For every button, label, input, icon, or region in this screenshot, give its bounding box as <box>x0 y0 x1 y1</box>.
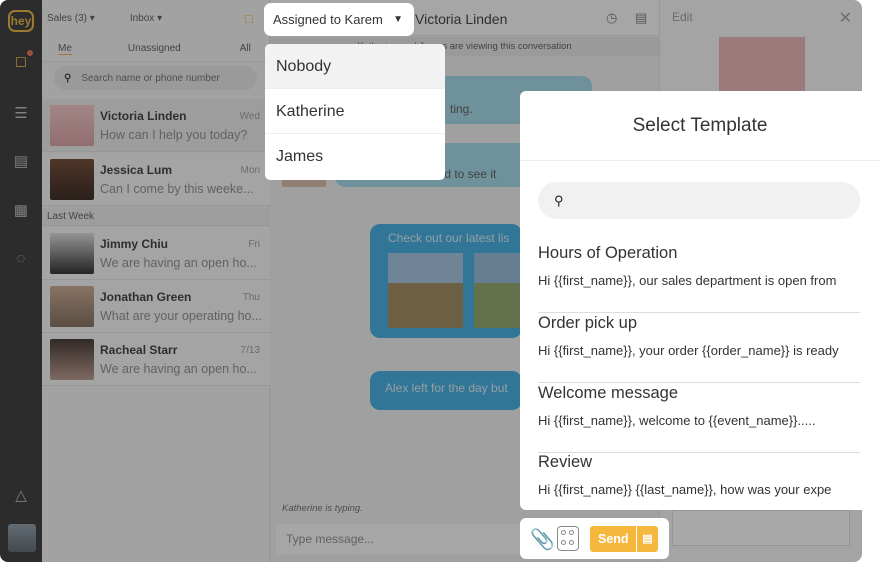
assign-dropdown[interactable]: Assigned to Karem ▼ <box>264 3 414 36</box>
template-item[interactable]: Review Hi {{first_name}} {{last_name}}, … <box>538 453 860 522</box>
template-icon[interactable] <box>557 526 579 551</box>
send-button[interactable]: Send ▤ <box>590 526 658 552</box>
search-icon: ⚲ <box>554 193 564 208</box>
assign-option-katherine[interactable]: Katherine <box>265 89 445 134</box>
schedule-icon[interactable]: ▤ <box>636 526 658 552</box>
composer-toolbar: 📎 Send ▤ <box>520 518 669 559</box>
assign-option-nobody[interactable]: Nobody <box>265 44 445 89</box>
template-item[interactable]: Order pick up Hi {{first_name}}, your or… <box>538 314 860 383</box>
template-picker-title: Select Template <box>520 91 880 161</box>
caret-down-icon: ▼ <box>393 14 403 25</box>
template-search-input[interactable]: ⚲ <box>538 182 860 219</box>
template-item[interactable]: Welcome message Hi {{first_name}}, welco… <box>538 384 860 453</box>
assign-menu: Nobody Katherine James <box>265 44 445 180</box>
template-picker: Select Template ⚲ Hours of Operation Hi … <box>520 91 880 510</box>
assign-option-james[interactable]: James <box>265 134 445 179</box>
paperclip-icon[interactable]: 📎 <box>530 527 555 552</box>
template-item[interactable]: Hours of Operation Hi {{first_name}}, ou… <box>538 244 860 313</box>
